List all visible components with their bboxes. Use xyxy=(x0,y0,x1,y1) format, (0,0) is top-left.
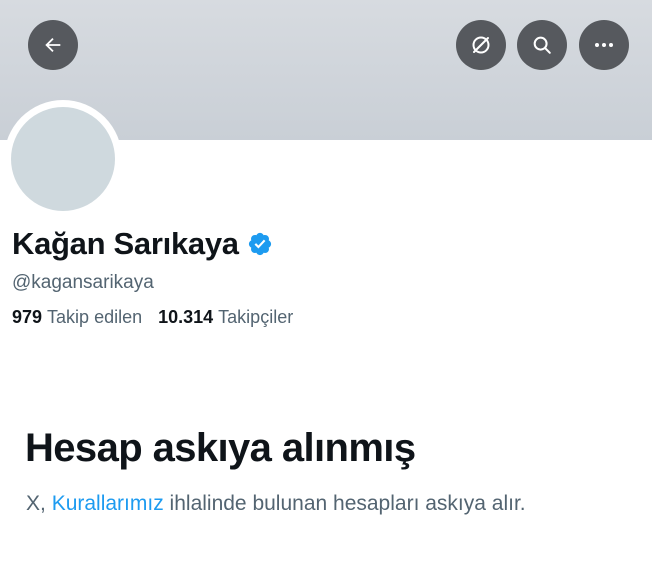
followers-label: Takipçiler xyxy=(218,307,294,327)
grok-slash-circle-icon xyxy=(472,36,490,54)
following-label: Takip edilen xyxy=(47,307,143,327)
suspension-text-suffix: ihlalinde bulunan hesapları askıya alır. xyxy=(163,492,526,515)
back-button[interactable] xyxy=(28,20,78,70)
follow-stats: 979 Takip edilen 10.314 Takipçiler xyxy=(12,307,293,328)
more-options-button[interactable] xyxy=(579,20,629,70)
followers-link[interactable]: 10.314 Takipçiler xyxy=(158,307,293,328)
suspension-title: Hesap askıya alınmış xyxy=(25,426,416,470)
following-count: 979 xyxy=(12,307,43,327)
followers-count: 10.314 xyxy=(158,307,214,327)
rules-link[interactable]: Kurallarımız xyxy=(52,492,164,515)
grok-button[interactable] xyxy=(456,20,506,70)
display-name: Kağan Sarıkaya xyxy=(12,226,239,261)
verified-badge-icon[interactable] xyxy=(247,231,273,257)
search-button[interactable] xyxy=(517,20,567,70)
following-link[interactable]: 979 Takip edilen xyxy=(12,307,142,328)
search-icon xyxy=(533,36,551,54)
suspension-text-prefix: X, xyxy=(26,492,52,515)
avatar[interactable] xyxy=(11,107,115,211)
avatar-frame xyxy=(4,100,122,218)
suspension-message: X, Kurallarımız ihlalinde bulunan hesapl… xyxy=(26,492,526,516)
profile-name-row: Kağan Sarıkaya xyxy=(12,224,273,264)
profile-handle: @kagansarikaya xyxy=(12,272,154,293)
arrow-left-icon xyxy=(45,37,61,53)
more-horizontal-icon xyxy=(595,43,613,47)
